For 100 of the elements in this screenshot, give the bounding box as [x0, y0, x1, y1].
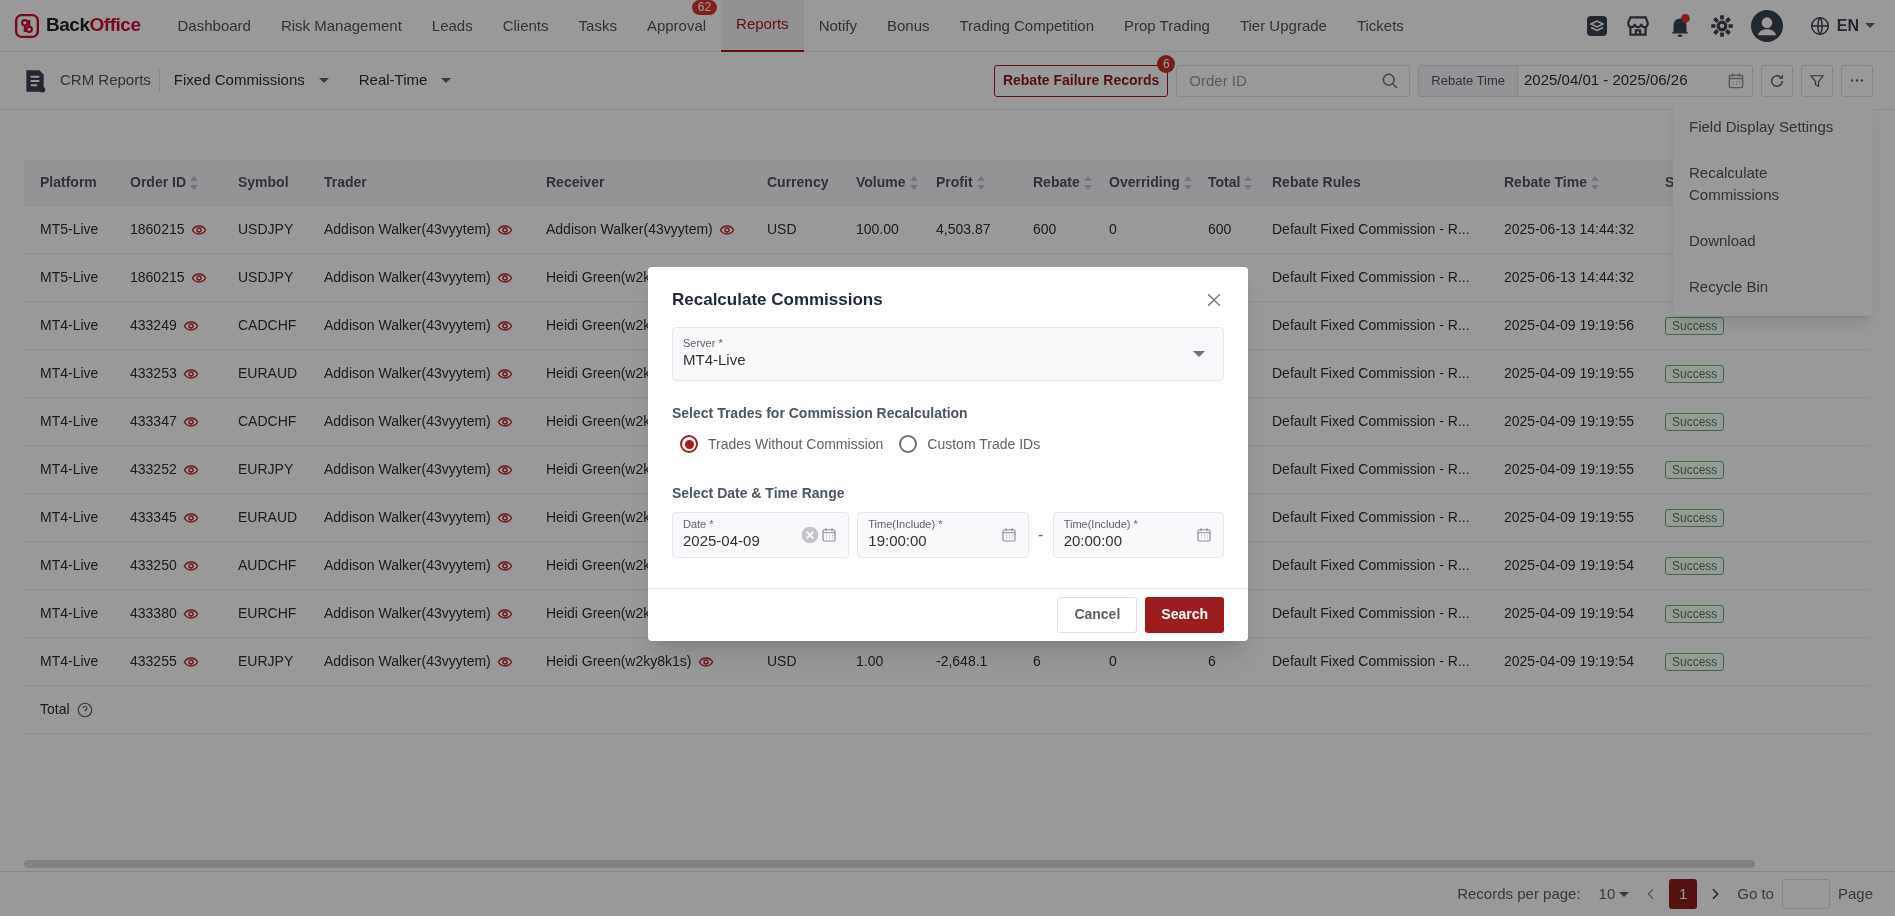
report-dropdown[interactable]: Real-Time [358, 69, 452, 92]
dialog-title: Recalculate Commissions [672, 289, 883, 311]
table-cell-text: Addison Walker(43vyytem) [324, 460, 491, 479]
nav-tab[interactable]: Tasks [563, 15, 632, 36]
table-cell-text: 100.00 [856, 220, 899, 239]
column-header: Rebate Time [1504, 173, 1587, 192]
table-cell-text: USD [767, 652, 797, 671]
nav-tab[interactable]: Notify [803, 15, 872, 36]
nav-tab[interactable]: Clients [487, 15, 564, 36]
table-cell-text: Addison Walker(43vyytem) [324, 556, 491, 575]
radio-button[interactable] [899, 435, 918, 453]
layers-icon[interactable] [1584, 13, 1609, 38]
table-cell-text: 6 [1033, 652, 1041, 671]
column-header: Overriding [1109, 173, 1180, 192]
table-cell-text: EURJPY [238, 460, 294, 479]
time-field[interactable]: Time(Include) * 20:00:00 [1052, 511, 1224, 558]
radio-button[interactable] [680, 435, 698, 453]
per-page-select[interactable]: 10 [1598, 882, 1630, 906]
server-select[interactable]: Server * MT4-Live [672, 326, 1224, 381]
table-cell-text: 2025-04-09 19:19:55 [1504, 460, 1634, 479]
nav-tab[interactable]: Risk Management [265, 15, 417, 36]
date-field[interactable]: Date * 2025-04-09 [672, 511, 850, 558]
nav-tab[interactable]: Approval [631, 15, 722, 36]
column-header: Rebate [1033, 173, 1080, 192]
table-cell-text: 1.00 [856, 652, 884, 671]
avatar-icon[interactable] [1750, 9, 1783, 42]
table-cell-text: MT4-Live [40, 508, 99, 527]
table-cell-text: MT5-Live [40, 268, 99, 287]
column-header: Total [1208, 173, 1241, 192]
nav-tab[interactable]: Tier Upgrade [1224, 15, 1342, 36]
caret-icon [1193, 350, 1205, 357]
table-cell-text: Default Fixed Commission - R... [1272, 460, 1470, 479]
report-dropdown[interactable]: Fixed Commissions [173, 69, 329, 92]
menu-item[interactable]: Recalculate Commissions [1673, 150, 1873, 218]
cancel-button[interactable]: Cancel [1057, 596, 1138, 633]
column-header: Symbol [238, 173, 289, 192]
table-cell-text: Default Fixed Commission - R... [1272, 604, 1470, 623]
field-value: 19:00:00 [868, 532, 928, 551]
table-cell-text: 1860215 [130, 220, 185, 239]
table-cell-text: MT4-Live [40, 604, 99, 623]
calendar-icon [1195, 525, 1213, 544]
field-label: Server * [683, 337, 724, 351]
table-cell-text: Heidi Green(w2k [546, 508, 651, 527]
field-value: MT4-Live [683, 351, 747, 370]
table-cell-text: 4,503.87 [936, 220, 991, 239]
language-selector[interactable]: EN [1808, 13, 1875, 38]
table-cell-text: MT4-Live [40, 460, 99, 479]
field-value: 2025-04-09 [683, 532, 761, 551]
nav-tab[interactable]: Leads [416, 15, 488, 36]
radio-option[interactable]: Custom Trade IDs [899, 433, 1041, 455]
nav-tab[interactable]: Dashboard [162, 15, 266, 36]
table-cell-text: CADCHF [238, 412, 297, 431]
table-cell-text: Addison Walker(43vyytem) [324, 316, 491, 335]
settings-icon[interactable] [1708, 12, 1735, 39]
table-cell-text: 2025-04-09 19:19:55 [1504, 412, 1634, 431]
table-cell-text: MT4-Live [40, 412, 99, 431]
status-tag: Success [1665, 364, 1725, 383]
nav-tab[interactable]: Tickets [1341, 15, 1419, 36]
table-cell-text: Addison Walker(43vyytem) [324, 412, 491, 431]
column-header: Volume [856, 173, 906, 192]
refresh-button[interactable] [1761, 64, 1793, 97]
table-cell-text: 433347 [130, 412, 177, 431]
table-cell-text: 433252 [130, 460, 177, 479]
nav-tab[interactable]: Prop Trading [1109, 15, 1225, 36]
table-cell-text: MT4-Live [40, 556, 99, 575]
field-label: Time(Include) * [868, 518, 944, 532]
menu-item[interactable]: Recycle Bin [1673, 264, 1873, 310]
calendar-icon [820, 525, 839, 544]
section-heading: Select Trades for Commission Recalculation [672, 403, 969, 423]
table-cell-text: EURCHF [238, 604, 297, 623]
status-tag: Success [1665, 556, 1725, 575]
table-cell-text: EURJPY [238, 652, 294, 671]
column-header: Profit [936, 173, 973, 192]
table-cell-text: Default Fixed Commission - R... [1272, 508, 1470, 527]
table-cell-text: Addison Walker(43vyytem) [324, 364, 491, 383]
column-header: S [1665, 173, 1675, 192]
nav-tab[interactable]: Trading Competition [944, 15, 1110, 36]
table-cell-text: 6 [1208, 652, 1216, 671]
nav-tab[interactable]: Reports [721, 0, 804, 52]
count-badge: 6 [1157, 54, 1176, 73]
calendar-icon [999, 525, 1018, 544]
menu-item[interactable]: Field Display Settings [1673, 104, 1873, 150]
search-button[interactable]: Search [1145, 596, 1224, 633]
table-cell-text: 2025-04-09 19:19:54 [1504, 652, 1634, 671]
nav-tab[interactable]: Bonus [871, 15, 945, 36]
search-field[interactable]: Order ID [1176, 64, 1411, 97]
menu-item[interactable]: Download [1673, 218, 1873, 264]
filter-button[interactable] [1801, 64, 1833, 97]
radio-option[interactable]: Trades Without Commission [680, 433, 884, 455]
column-header: Order ID [130, 173, 186, 192]
time-field[interactable]: Time(Include) * 19:00:00 [857, 511, 1029, 558]
section-heading: Select Date & Time Range [672, 483, 846, 503]
table-cell-text: Default Fixed Commission - R... [1272, 652, 1470, 671]
table-cell-text: 2025-04-09 19:19:55 [1504, 508, 1634, 527]
status-tag: Success [1665, 604, 1725, 623]
table-cell-text: USDJPY [238, 220, 294, 239]
logo-icon [14, 12, 40, 39]
table-cell-text: Addison Walker(43vyytem) [324, 652, 491, 671]
page-button[interactable]: 1 [1669, 879, 1698, 909]
globe-icon [1808, 14, 1831, 37]
